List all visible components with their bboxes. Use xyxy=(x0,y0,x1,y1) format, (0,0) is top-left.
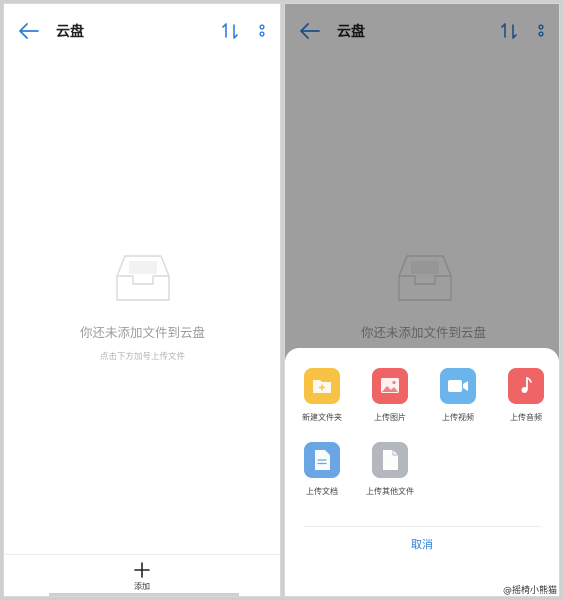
sort-icon[interactable] xyxy=(220,21,240,41)
upload-document-label: 上传文档 xyxy=(306,487,338,496)
upload-action-sheet: 新建文件夹 上传图片 上传视频 上传音频 上传文档 上传其他文件 取消 xyxy=(285,348,559,596)
new-folder-tile xyxy=(304,368,340,404)
image-icon xyxy=(381,378,399,393)
page-title: 云盘 xyxy=(56,24,84,40)
new-folder-label: 新建文件夹 xyxy=(302,413,342,422)
add-plus-icon[interactable] xyxy=(134,562,150,578)
cancel-button[interactable]: 取消 xyxy=(285,536,559,552)
upload-audio-tile xyxy=(508,368,544,404)
upload-image-option[interactable]: 上传图片 xyxy=(355,368,425,423)
upload-audio-option[interactable]: 上传音频 xyxy=(491,368,559,423)
bottom-bar: 添加 xyxy=(4,554,280,596)
empty-state-subtitle: 点击下方加号上传文件 xyxy=(100,352,186,362)
upload-video-option[interactable]: 上传视频 xyxy=(423,368,493,423)
home-indicator xyxy=(49,593,239,596)
screenshot-frame: 云盘 你还未添加文件到云盘 点击下方加号上传文件 添加 云盘 你还未添加文件到云… xyxy=(0,0,563,600)
upload-audio-label: 上传音频 xyxy=(510,413,542,422)
upload-other-file-tile xyxy=(372,442,408,478)
upload-document-tile xyxy=(304,442,340,478)
more-options-icon[interactable] xyxy=(256,21,268,41)
file-icon xyxy=(383,450,398,470)
upload-video-label: 上传视频 xyxy=(442,413,474,422)
video-icon xyxy=(448,380,468,392)
back-arrow-icon[interactable] xyxy=(18,21,40,41)
upload-document-option[interactable]: 上传文档 xyxy=(287,442,357,497)
empty-inbox-icon xyxy=(116,255,170,301)
upload-image-label: 上传图片 xyxy=(374,413,406,422)
upload-other-file-option[interactable]: 上传其他文件 xyxy=(355,442,425,497)
document-icon xyxy=(315,450,330,470)
upload-video-tile xyxy=(440,368,476,404)
empty-state-title: 你还未添加文件到云盘 xyxy=(80,325,206,340)
folder-icon xyxy=(313,380,331,393)
upload-image-tile xyxy=(372,368,408,404)
sheet-divider xyxy=(303,526,541,527)
add-button-label[interactable]: 添加 xyxy=(4,581,280,592)
new-folder-option[interactable]: 新建文件夹 xyxy=(287,368,357,423)
cloud-drive-screen: 云盘 你还未添加文件到云盘 点击下方加号上传文件 添加 xyxy=(3,3,281,597)
cloud-drive-screen-with-sheet: 云盘 你还未添加文件到云盘 新建文件夹 上传图片 上传视频 上传音频 上传文档 … xyxy=(284,3,560,597)
music-icon xyxy=(521,377,532,393)
top-bar: 云盘 xyxy=(4,4,280,58)
upload-other-file-label: 上传其他文件 xyxy=(366,487,414,496)
watermark: @摇椅小熊猫 xyxy=(502,586,557,596)
